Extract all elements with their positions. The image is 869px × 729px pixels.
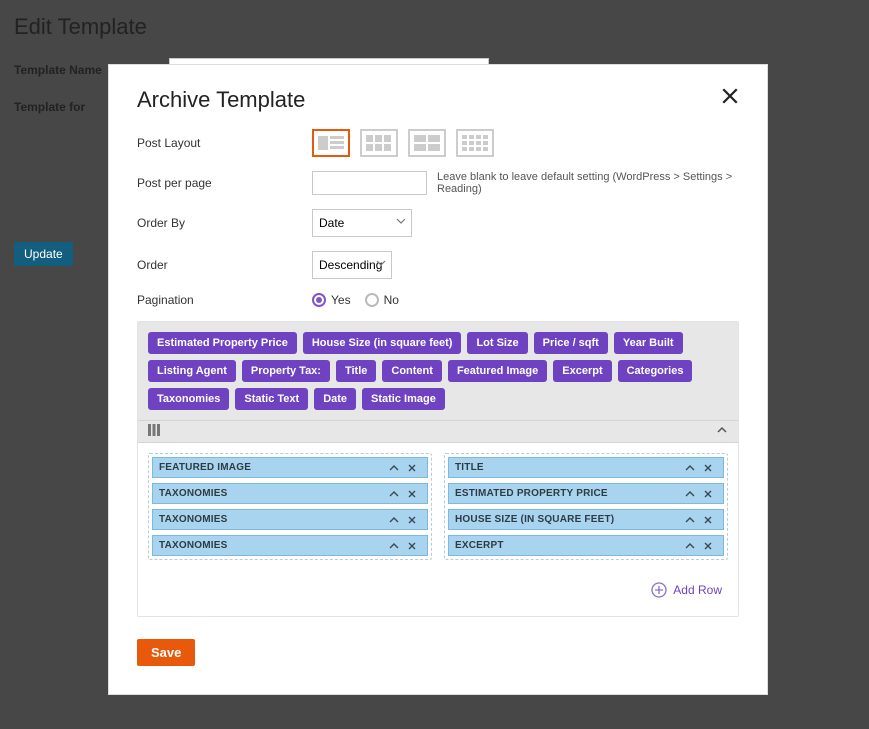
field-tag[interactable]: Year Built <box>614 332 683 354</box>
chevron-up-icon[interactable] <box>385 489 403 499</box>
field-tag[interactable]: Static Image <box>362 388 445 410</box>
field-label: HOUSE SIZE (IN SQUARE FEET) <box>455 514 681 525</box>
field-tag[interactable]: Listing Agent <box>148 360 236 382</box>
radio-on-icon <box>312 293 326 307</box>
chevron-up-icon[interactable] <box>716 424 728 439</box>
close-icon[interactable] <box>699 463 717 473</box>
pagination-yes-radio[interactable]: Yes <box>312 293 351 307</box>
layout-row-header[interactable] <box>138 420 738 443</box>
layout-field-item[interactable]: TAXONOMIES <box>152 509 428 530</box>
page-title: Edit Template <box>14 14 855 40</box>
field-tag[interactable]: Date <box>314 388 356 410</box>
plus-circle-icon <box>651 582 667 598</box>
field-tag[interactable]: Categories <box>618 360 693 382</box>
layout-field-item[interactable]: EXCERPT <box>448 535 724 556</box>
field-tag[interactable]: Excerpt <box>553 360 611 382</box>
field-label: ESTIMATED PROPERTY PRICE <box>455 488 681 499</box>
field-tag[interactable]: House Size (in square feet) <box>303 332 462 354</box>
chevron-up-icon[interactable] <box>385 463 403 473</box>
layout-field-item[interactable]: TITLE <box>448 457 724 478</box>
layout-field-item[interactable]: TAXONOMIES <box>152 483 428 504</box>
field-label: TAXONOMIES <box>159 488 385 499</box>
field-tag[interactable]: Price / sqft <box>534 332 608 354</box>
layout-field-item[interactable]: HOUSE SIZE (IN SQUARE FEET) <box>448 509 724 530</box>
close-icon[interactable] <box>403 515 421 525</box>
field-tag-list: Estimated Property Price House Size (in s… <box>138 322 738 420</box>
order-label: Order <box>137 258 312 272</box>
modal-title: Archive Template <box>137 87 305 113</box>
layout-option-grid-small[interactable] <box>360 129 398 157</box>
field-tag[interactable]: Lot Size <box>467 332 527 354</box>
layout-field-item[interactable]: FEATURED IMAGE <box>152 457 428 478</box>
add-row-label: Add Row <box>673 583 722 597</box>
field-tag[interactable]: Property Tax: <box>242 360 330 382</box>
columns-icon <box>148 424 160 439</box>
post-per-page-input[interactable] <box>312 171 427 195</box>
pagination-no-radio[interactable]: No <box>365 293 399 307</box>
field-label: TAXONOMIES <box>159 514 385 525</box>
field-label: TAXONOMIES <box>159 540 385 551</box>
close-icon[interactable] <box>699 515 717 525</box>
field-tag[interactable]: Featured Image <box>448 360 547 382</box>
field-tag[interactable]: Taxonomies <box>148 388 229 410</box>
close-icon[interactable] <box>699 541 717 551</box>
post-layout-label: Post Layout <box>137 136 312 150</box>
post-per-page-hint: Leave blank to leave default setting (Wo… <box>437 171 739 195</box>
layout-builder: Estimated Property Price House Size (in s… <box>137 321 739 617</box>
close-icon[interactable] <box>403 489 421 499</box>
layout-column[interactable]: FEATURED IMAGE TAXONOMIES TAXONOMIES TAXONO… <box>148 453 432 560</box>
pagination-yes-label: Yes <box>331 293 351 307</box>
close-icon[interactable] <box>699 489 717 499</box>
layout-field-item[interactable]: TAXONOMIES <box>152 535 428 556</box>
field-tag[interactable]: Estimated Property Price <box>148 332 297 354</box>
save-button[interactable]: Save <box>137 639 195 666</box>
layout-field-item[interactable]: ESTIMATED PROPERTY PRICE <box>448 483 724 504</box>
order-by-select[interactable]: Date <box>312 209 412 237</box>
field-label: TITLE <box>455 462 681 473</box>
field-tag[interactable]: Title <box>336 360 376 382</box>
order-select[interactable]: Descending <box>312 251 392 279</box>
field-label: FEATURED IMAGE <box>159 462 385 473</box>
chevron-up-icon[interactable] <box>681 515 699 525</box>
post-layout-options <box>312 129 494 157</box>
close-icon[interactable] <box>721 87 739 108</box>
field-tag[interactable]: Static Text <box>235 388 308 410</box>
archive-template-modal: Archive Template Post Layout <box>108 64 768 695</box>
update-button[interactable]: Update <box>14 242 73 266</box>
layout-option-grid-dense[interactable] <box>456 129 494 157</box>
pagination-no-label: No <box>384 293 399 307</box>
field-label: EXCERPT <box>455 540 681 551</box>
add-row-button[interactable]: Add Row <box>138 570 738 616</box>
close-icon[interactable] <box>403 463 421 473</box>
pagination-label: Pagination <box>137 293 312 307</box>
chevron-up-icon[interactable] <box>385 541 403 551</box>
chevron-up-icon[interactable] <box>385 515 403 525</box>
layout-option-grid-two[interactable] <box>408 129 446 157</box>
layout-column[interactable]: TITLE ESTIMATED PROPERTY PRICE HOUSE SIZE … <box>444 453 728 560</box>
field-tag[interactable]: Content <box>382 360 442 382</box>
radio-off-icon <box>365 293 379 307</box>
post-per-page-label: Post per page <box>137 176 312 190</box>
chevron-up-icon[interactable] <box>681 489 699 499</box>
order-by-label: Order By <box>137 216 312 230</box>
chevron-up-icon[interactable] <box>681 541 699 551</box>
chevron-up-icon[interactable] <box>681 463 699 473</box>
close-icon[interactable] <box>403 541 421 551</box>
layout-option-list[interactable] <box>312 129 350 157</box>
